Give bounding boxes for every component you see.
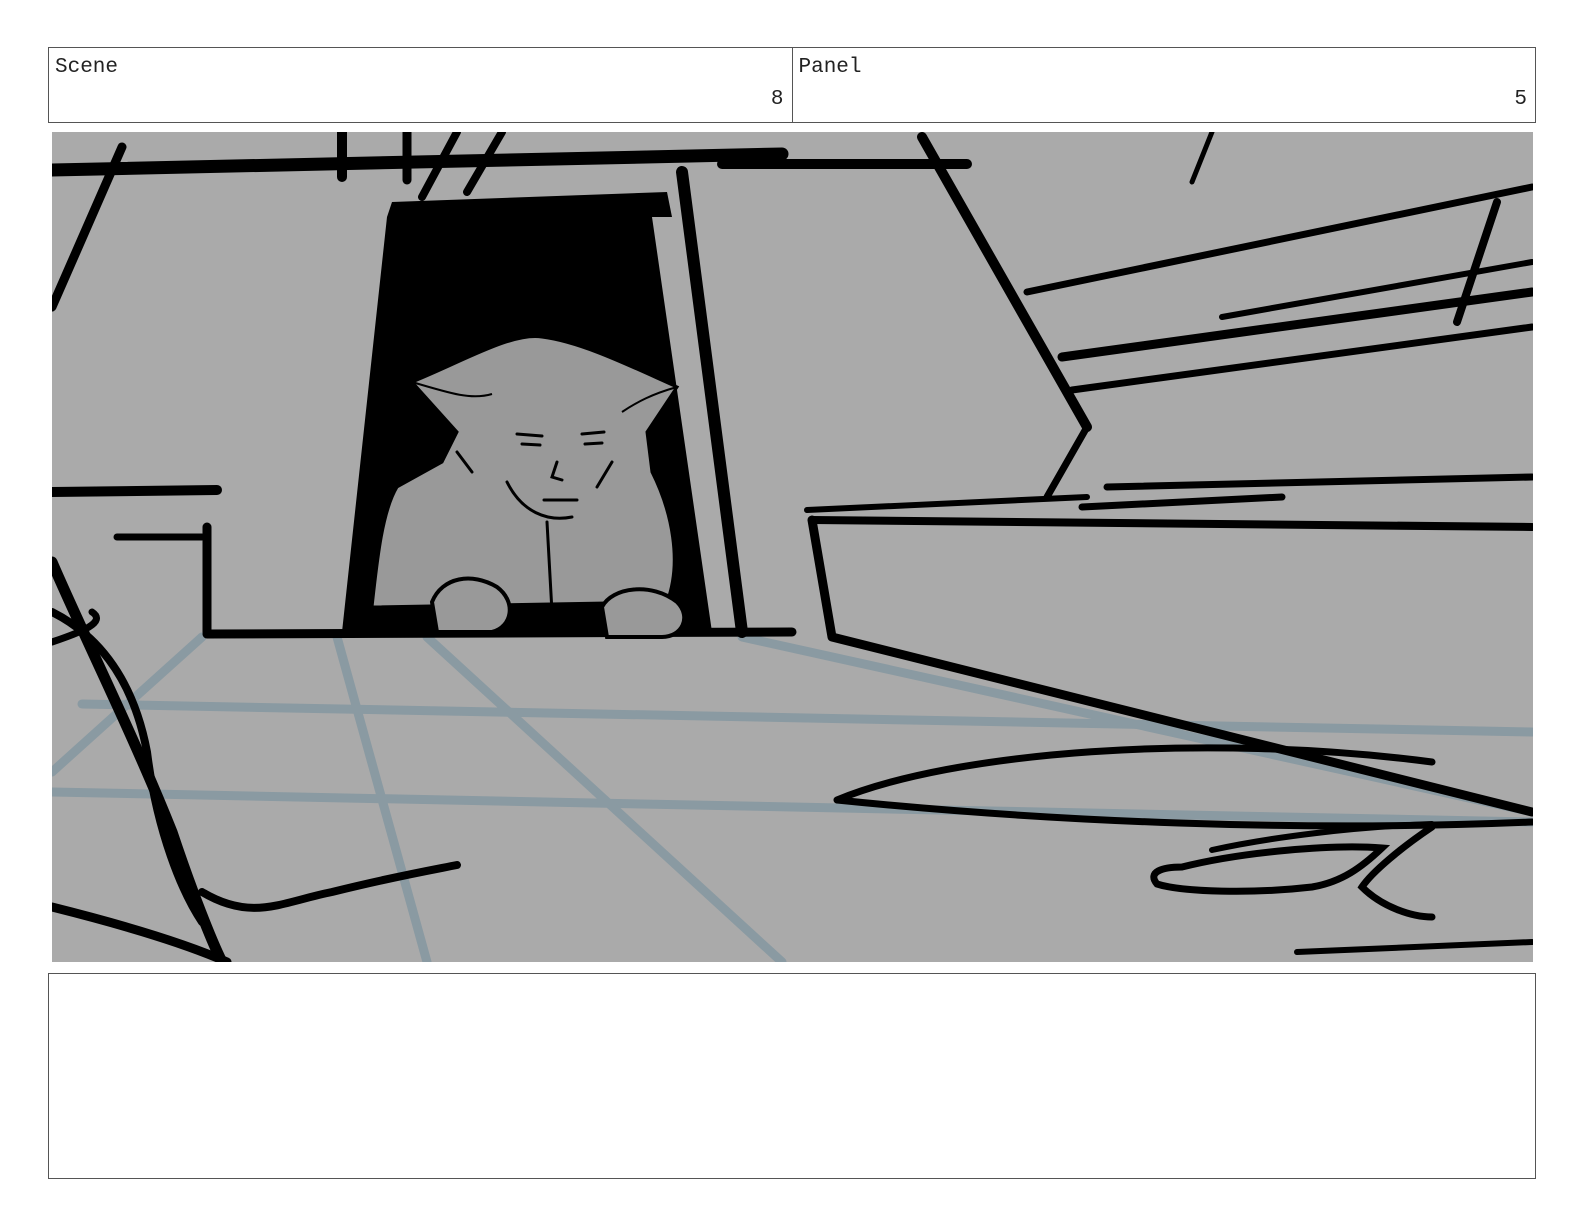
panel-notes-box (48, 973, 1536, 1179)
panel-label: Panel (798, 56, 862, 79)
scene-number: 8 (770, 88, 784, 111)
scene-label: Scene (55, 56, 119, 79)
panel-background (52, 132, 1533, 962)
storyboard-panel-image (52, 132, 1533, 962)
panel-cell: Panel 5 (791, 48, 1536, 122)
seated-character (370, 334, 687, 639)
panel-sketch (52, 132, 1533, 962)
panel-number: 5 (1514, 88, 1527, 111)
storyboard-header: Scene 8 Panel 5 (48, 47, 1536, 123)
scene-cell: Scene 8 (49, 48, 792, 122)
